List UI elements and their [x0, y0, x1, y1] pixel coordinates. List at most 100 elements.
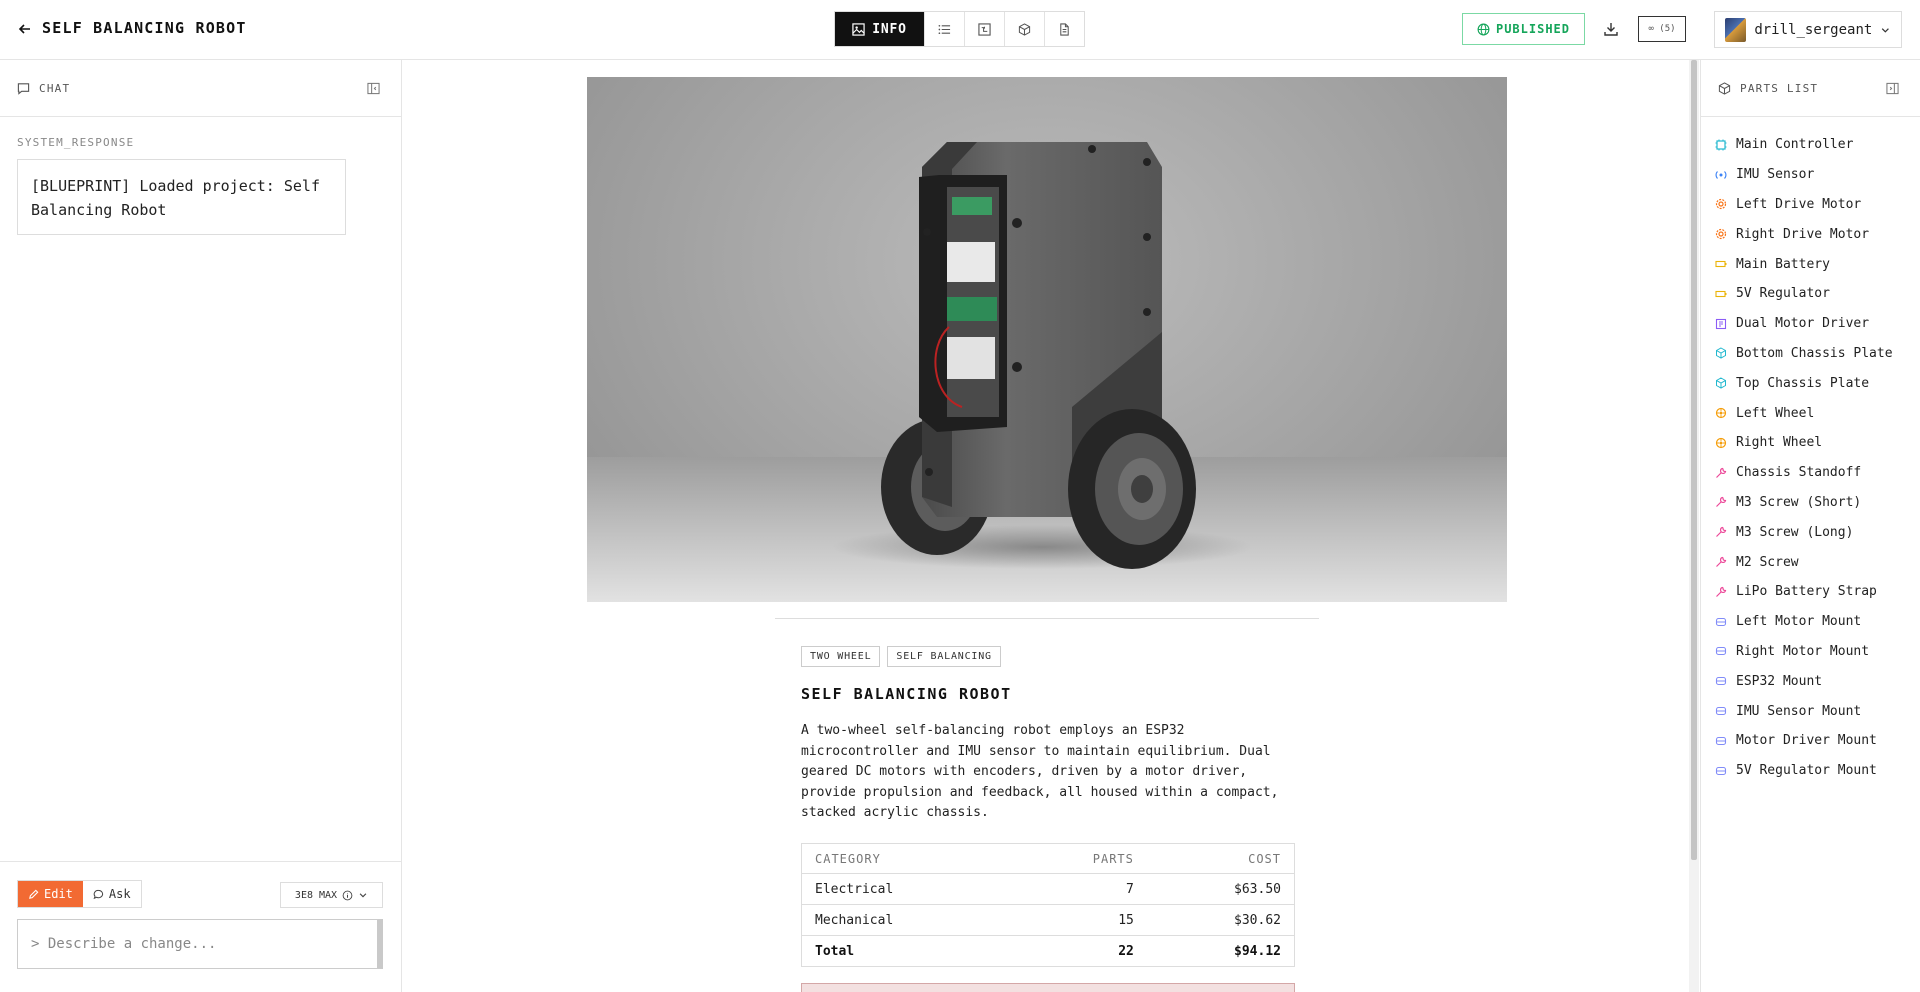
arrow-left-icon	[18, 24, 30, 34]
parts-list-item[interactable]: M3 Screw (Short)	[1701, 488, 1920, 518]
part-label: Right Motor Mount	[1736, 643, 1870, 659]
tag[interactable]: SELF BALANCING	[887, 646, 1001, 667]
row-parts: 7	[1012, 873, 1147, 905]
parts-list-item[interactable]: Motor Driver Mount	[1701, 726, 1920, 756]
part-label: Motor Driver Mount	[1736, 733, 1877, 749]
parts-list-item[interactable]: Right Drive Motor	[1701, 219, 1920, 249]
parts-list-item[interactable]: 5V Regulator	[1701, 279, 1920, 309]
warning-banner	[801, 983, 1295, 992]
box-icon	[1715, 347, 1727, 360]
tab-3d[interactable]	[1004, 12, 1044, 46]
back-button[interactable]	[14, 18, 36, 40]
globe-icon	[1477, 23, 1490, 35]
scrollbar-thumb[interactable]	[1691, 60, 1697, 860]
parts-list-item[interactable]: Left Drive Motor	[1701, 190, 1920, 220]
mount-icon	[1715, 705, 1727, 717]
edit-mode-label: Edit	[44, 887, 73, 901]
avatar	[1725, 17, 1747, 42]
mode-toggle: Edit Ask	[17, 880, 142, 908]
download-button[interactable]	[1599, 17, 1623, 41]
project-tags: TWO WHEEL SELF BALANCING	[801, 646, 1001, 667]
parts-list-item[interactable]: Main Battery	[1701, 249, 1920, 279]
part-label: Right Wheel	[1736, 435, 1823, 451]
collapse-chat-button[interactable]	[362, 77, 384, 99]
parts-title: PARTS LIST	[1740, 81, 1819, 95]
part-label: Left Wheel	[1736, 405, 1815, 421]
parts-list-item[interactable]: Bottom Chassis Plate	[1701, 339, 1920, 369]
credits-button[interactable]: ∞ (5)	[1638, 16, 1686, 42]
chevron-down-icon	[1882, 27, 1890, 33]
chevron-down-icon	[359, 893, 367, 898]
list-icon	[938, 24, 951, 34]
published-badge[interactable]: PUBLISHED	[1462, 13, 1585, 45]
username: drill_sergeant	[1754, 21, 1873, 38]
pencil-icon	[29, 889, 39, 899]
chip-icon	[1715, 139, 1727, 151]
part-label: Right Drive Motor	[1736, 226, 1870, 242]
parts-list-item[interactable]: IMU Sensor	[1701, 160, 1920, 190]
tab-info[interactable]: INFO	[835, 12, 924, 46]
part-label: 5V Regulator	[1736, 286, 1830, 302]
download-icon	[1604, 23, 1618, 36]
part-label: Chassis Standoff	[1736, 465, 1862, 481]
prompt-input[interactable]	[17, 919, 383, 969]
ask-mode-button[interactable]: Ask	[82, 881, 141, 907]
divider	[775, 618, 1319, 619]
part-label: Bottom Chassis Plate	[1736, 345, 1893, 361]
parts-list-item[interactable]: LiPo Battery Strap	[1701, 577, 1920, 607]
system-message: [BLUEPRINT] Loaded project: Self Balanci…	[17, 159, 346, 235]
system-response-label: SYSTEM_RESPONSE	[17, 136, 135, 149]
parts-header: PARTS LIST	[1701, 60, 1920, 117]
tab-docs[interactable]	[1044, 12, 1084, 46]
user-menu[interactable]: drill_sergeant	[1714, 11, 1902, 48]
box-icon	[1715, 377, 1727, 389]
row-category: Electrical	[801, 873, 1013, 905]
parts-list-item[interactable]: Right Wheel	[1701, 428, 1920, 458]
wrench-icon	[1715, 556, 1727, 568]
part-label: IMU Sensor	[1736, 167, 1815, 183]
parts-list-item[interactable]: Top Chassis Plate	[1701, 368, 1920, 398]
chat-panel: CHAT SYSTEM_RESPONSE [BLUEPRINT] Loaded …	[0, 60, 402, 992]
project-title: SELF BALANCING ROBOT	[801, 685, 1012, 703]
tag[interactable]: TWO WHEEL	[801, 646, 881, 667]
tab-schematic[interactable]	[964, 12, 1004, 46]
parts-list-item[interactable]: IMU Sensor Mount	[1701, 696, 1920, 726]
parts-list-item[interactable]: Left Motor Mount	[1701, 607, 1920, 637]
parts-list-item[interactable]: M2 Screw	[1701, 547, 1920, 577]
ask-mode-label: Ask	[108, 887, 131, 901]
cube-icon	[1018, 22, 1031, 36]
part-label: Left Drive Motor	[1736, 196, 1862, 212]
collapse-parts-button[interactable]	[1881, 77, 1903, 99]
parts-list-item[interactable]: 5V Regulator Mount	[1701, 756, 1920, 786]
parts-list-item[interactable]: Right Motor Mount	[1701, 637, 1920, 667]
chat-header: CHAT	[0, 60, 401, 117]
mount-icon	[1715, 675, 1727, 687]
battery-icon	[1715, 258, 1727, 270]
model-select[interactable]: 3E8 MAX	[280, 882, 383, 908]
part-label: 5V Regulator Mount	[1736, 763, 1877, 779]
model-label: 3E8 MAX	[294, 889, 338, 901]
parts-list-item[interactable]: ESP32 Mount	[1701, 666, 1920, 696]
parts-list-item[interactable]: M3 Screw (Long)	[1701, 517, 1920, 547]
parts-list-item[interactable]: Dual Motor Driver	[1701, 309, 1920, 339]
sidebar-collapse-icon	[1885, 82, 1899, 94]
edit-mode-button[interactable]: Edit	[18, 881, 83, 907]
parts-list-item[interactable]: Main Controller	[1701, 130, 1920, 160]
tab-list[interactable]	[924, 12, 964, 46]
chat-title: CHAT	[39, 81, 71, 95]
part-label: Left Motor Mount	[1736, 614, 1862, 630]
project-description: A two-wheel self-balancing robot employs…	[801, 723, 1279, 820]
part-label: LiPo Battery Strap	[1736, 584, 1877, 600]
mount-icon	[1715, 735, 1727, 747]
wrench-icon	[1715, 496, 1727, 508]
parts-list-item[interactable]: Chassis Standoff	[1701, 458, 1920, 488]
column-header-category: CATEGORY	[801, 843, 1013, 874]
main-scrollbar[interactable]	[1689, 60, 1699, 992]
project-info-view: TWO WHEEL SELF BALANCING SELF BALANCING …	[403, 60, 1689, 992]
wrench-icon	[1715, 586, 1727, 598]
row-cost: $63.50	[1146, 873, 1295, 905]
gear-icon	[1715, 228, 1727, 240]
parts-panel: PARTS LIST Main Controller IMU Sensor Left…	[1700, 60, 1920, 992]
parts-list-item[interactable]: Left Wheel	[1701, 398, 1920, 428]
part-label: ESP32 Mount	[1736, 673, 1823, 689]
